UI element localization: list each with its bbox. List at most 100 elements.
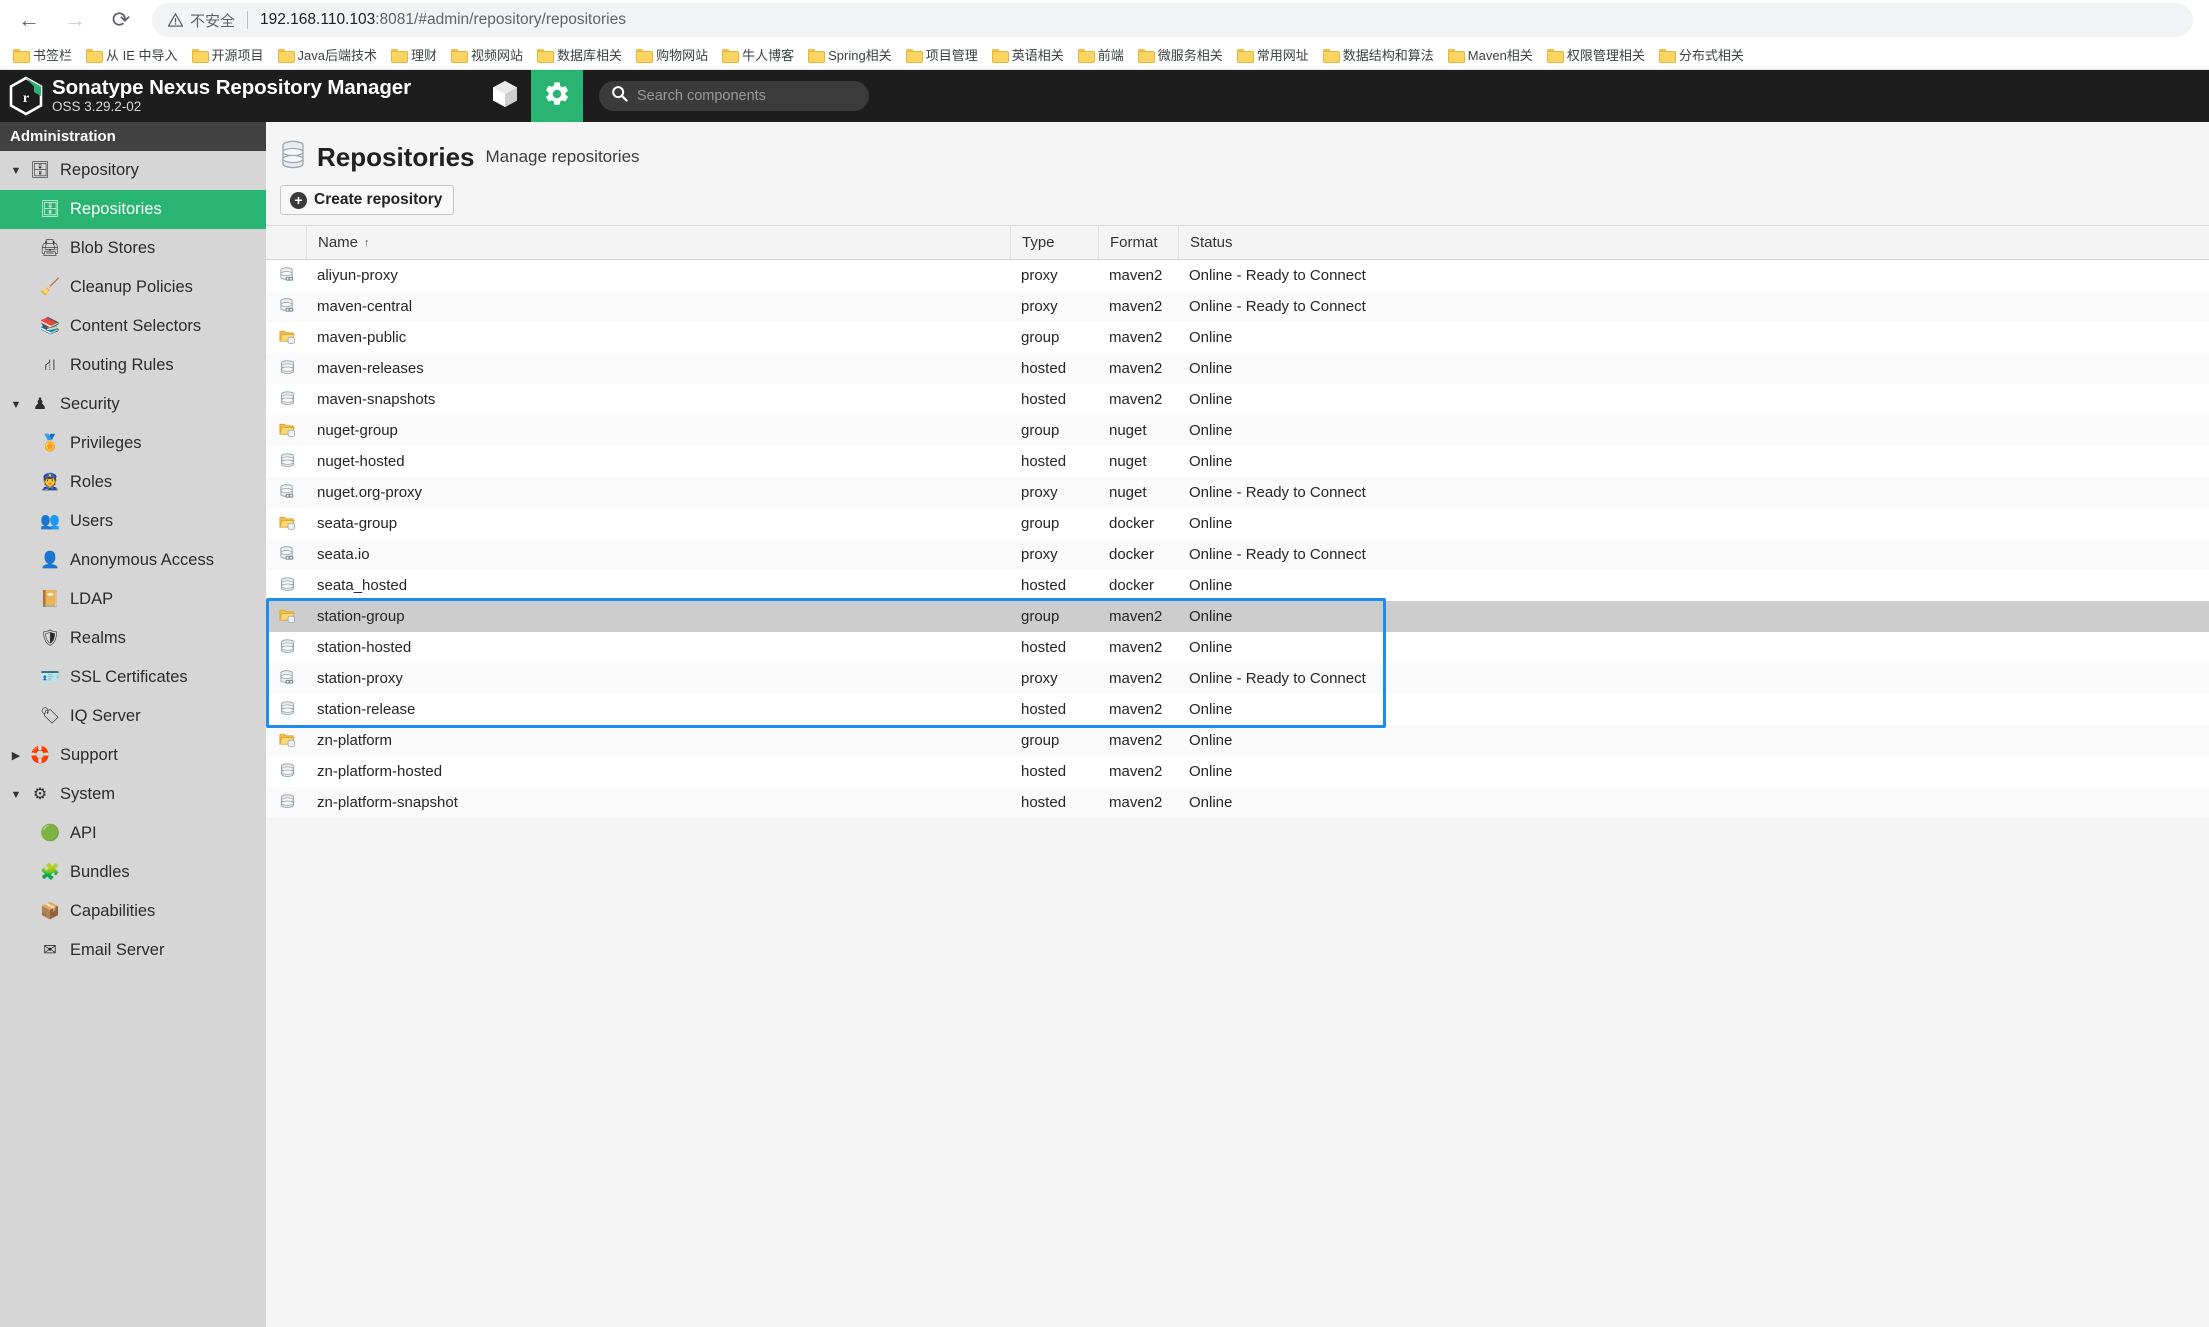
chevron-down-icon[interactable]: ▼ — [6, 165, 26, 177]
sidebar-item-label: Blob Stores — [70, 239, 156, 257]
bookmark-item[interactable]: 书签栏 — [6, 43, 79, 66]
table-row[interactable]: maven-snapshots hosted maven2 Online — [266, 384, 2209, 415]
cell-type: hosted — [1021, 577, 1067, 594]
bookmark-item[interactable]: 理财 — [384, 43, 444, 66]
cell-type: hosted — [1021, 360, 1067, 377]
sidebar-item-bundles[interactable]: 🧩 Bundles — [0, 853, 266, 892]
column-header-name[interactable]: Name ↑ — [306, 226, 1010, 259]
table-row[interactable]: seata.io proxy docker Online - Ready to Con… — [266, 539, 2209, 570]
column-header-status-label: Status — [1190, 234, 1233, 251]
table-row[interactable]: maven-releases hosted maven2 Online — [266, 353, 2209, 384]
sidebar-item-label: Routing Rules — [70, 356, 174, 374]
table-row[interactable]: zn-platform-hosted hosted maven2 Online — [266, 756, 2209, 787]
not-secure-warning-icon — [168, 13, 183, 27]
shield-icon: ♟ — [32, 395, 48, 413]
chevron-right-icon[interactable]: ▶ — [6, 749, 26, 762]
cell-type: group — [1021, 515, 1060, 532]
users-icon: 👥 — [40, 512, 60, 530]
person-icon: 👤 — [40, 551, 60, 569]
bookmark-item[interactable]: 数据库相关 — [530, 43, 629, 66]
bookmark-item[interactable]: 项目管理 — [899, 43, 985, 66]
sidebar-item-repositories[interactable]: 🗄 Repositories — [0, 190, 266, 229]
sidebar-item-label: Realms — [70, 629, 126, 647]
table-row[interactable]: maven-public group maven2 Online — [266, 322, 2209, 353]
app-body: Administration ▼ 🗄 Repository 🗄 Repositories… — [0, 122, 2209, 1327]
table-row[interactable]: aliyun-proxy proxy maven2 Online - Ready to… — [266, 260, 2209, 291]
create-repository-button[interactable]: + Create repository — [280, 185, 455, 215]
address-bar[interactable]: 不安全 192.168.110.103:8081/#admin/reposito… — [152, 3, 2193, 37]
bookmark-item[interactable]: 数据结构和算法 — [1316, 43, 1441, 66]
bookmark-item[interactable]: 常用网址 — [1230, 43, 1316, 66]
table-row[interactable]: zn-platform-snapshot hosted maven2 Online — [266, 787, 2209, 818]
sidebar-item-routing-rules[interactable]: ⛙ Routing Rules — [0, 346, 266, 385]
bookmark-item[interactable]: 开源项目 — [185, 43, 271, 66]
sidebar-item-ssl-certificates[interactable]: 🪪 SSL Certificates — [0, 658, 266, 697]
bookmark-item[interactable]: Maven相关 — [1441, 43, 1540, 66]
sidebar-item-security[interactable]: ▼ ♟ Security — [0, 385, 266, 424]
cell-name: maven-releases — [317, 360, 424, 377]
sidebar-item-roles[interactable]: 👮 Roles — [0, 463, 266, 502]
sidebar-item-api[interactable]: 🟢 API — [0, 814, 266, 853]
hosted-icon — [266, 756, 306, 787]
grid-header-row: Name ↑ Type Format Status — [266, 226, 2209, 260]
table-row[interactable]: station-hosted hosted maven2 Online — [266, 632, 2209, 663]
bookmark-item[interactable]: 购物网站 — [629, 43, 715, 66]
column-header-type[interactable]: Type — [1010, 226, 1098, 259]
sidebar-item-anonymous-access[interactable]: 👤 Anonymous Access — [0, 541, 266, 580]
bookmark-item[interactable]: Java后端技术 — [271, 43, 384, 66]
url-host: 192.168.110.103 — [260, 11, 376, 28]
cell-type: hosted — [1021, 453, 1067, 470]
sidebar-item-cleanup-policies[interactable]: 🧹 Cleanup Policies — [0, 268, 266, 307]
bookmark-item[interactable]: 视频网站 — [444, 43, 530, 66]
cell-status: Online - Ready to Connect — [1189, 546, 1366, 563]
search-input[interactable]: Search components — [598, 81, 869, 111]
bookmark-item[interactable]: 微服务相关 — [1131, 43, 1230, 66]
table-row[interactable]: zn-platform group maven2 Online — [266, 725, 2209, 756]
table-row[interactable]: nuget-hosted hosted nuget Online — [266, 446, 2209, 477]
reload-icon[interactable]: ⟳ — [98, 2, 144, 38]
sidebar-item-content-selectors[interactable]: 📚 Content Selectors — [0, 307, 266, 346]
bookmark-item[interactable]: 牛人博客 — [715, 43, 801, 66]
back-icon[interactable]: ← — [6, 2, 52, 38]
table-row[interactable]: station-proxy proxy maven2 Online - Ready t… — [266, 663, 2209, 694]
column-header-format[interactable]: Format — [1098, 226, 1178, 259]
mode-buttons — [479, 70, 583, 122]
cell-status: Online — [1189, 329, 1233, 346]
sidebar-item-support[interactable]: ▶ 🛟 Support — [0, 736, 266, 775]
sidebar-item-capabilities[interactable]: 📦 Capabilities — [0, 892, 266, 931]
sidebar-item-iq-server[interactable]: 🏷 IQ Server — [0, 697, 266, 736]
folder-icon — [1077, 48, 1095, 63]
bookmark-item[interactable]: 从 IE 中导入 — [79, 43, 185, 66]
group-icon — [266, 508, 306, 539]
sidebar-item-blob-stores[interactable]: 🖨 Blob Stores — [0, 229, 266, 268]
table-row[interactable]: seata-group group docker Online — [266, 508, 2209, 539]
table-row[interactable]: station-group group maven2 Online — [266, 601, 2209, 632]
sidebar-item-system[interactable]: ▼ ⚙ System — [0, 775, 266, 814]
column-header-status[interactable]: Status — [1178, 226, 2209, 259]
cell-format: nuget — [1109, 422, 1147, 439]
bookmark-item[interactable]: 分布式相关 — [1652, 43, 1751, 66]
table-row[interactable]: nuget.org-proxy proxy nuget Online - Ready … — [266, 477, 2209, 508]
sidebar-item-email-server[interactable]: ✉ Email Server — [0, 931, 266, 970]
cell-name: seata.io — [317, 546, 370, 563]
browse-mode-button[interactable] — [479, 70, 531, 122]
table-row[interactable]: nuget-group group nuget Online — [266, 415, 2209, 446]
cell-status: Online — [1189, 453, 1233, 470]
bookmark-item[interactable]: 权限管理相关 — [1540, 43, 1652, 66]
table-row[interactable]: station-release hosted maven2 Online — [266, 694, 2209, 725]
bookmark-item[interactable]: 英语相关 — [985, 43, 1071, 66]
admin-mode-button[interactable] — [530, 70, 583, 122]
forward-icon[interactable]: → — [52, 2, 98, 38]
chevron-down-icon[interactable]: ▼ — [6, 789, 26, 801]
table-row[interactable]: maven-central proxy maven2 Online - Ready t… — [266, 291, 2209, 322]
bookmark-item[interactable]: 前端 — [1071, 43, 1131, 66]
sidebar-item-repository[interactable]: ▼ 🗄 Repository — [0, 151, 266, 190]
sidebar-item-realms[interactable]: 🛡 Realms — [0, 619, 266, 658]
table-row[interactable]: seata_hosted hosted docker Online — [266, 570, 2209, 601]
chevron-down-icon[interactable]: ▼ — [6, 399, 26, 411]
sidebar-item-ldap[interactable]: 📔 LDAP — [0, 580, 266, 619]
sidebar-item-privileges[interactable]: 🏅 Privileges — [0, 424, 266, 463]
bookmark-label: 项目管理 — [925, 48, 978, 63]
bookmark-item[interactable]: Spring相关 — [801, 43, 899, 66]
sidebar-item-users[interactable]: 👥 Users — [0, 502, 266, 541]
